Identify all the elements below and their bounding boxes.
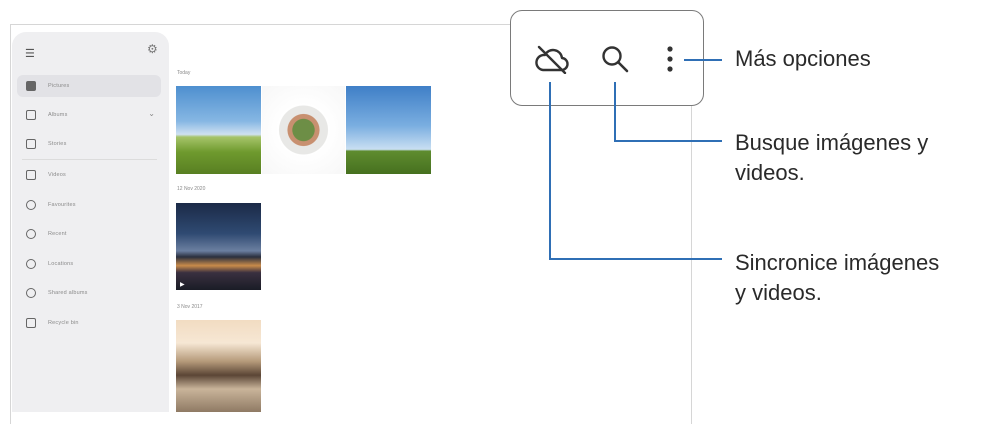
sidebar-item-stories[interactable]: Stories [17, 133, 161, 155]
search-icon[interactable] [600, 44, 630, 74]
people-icon [26, 288, 36, 298]
photo-thumbnail[interactable] [176, 86, 261, 174]
sidebar-item-pictures[interactable]: Pictures [17, 75, 161, 97]
chevron-down-icon[interactable]: ⌄ [148, 109, 155, 118]
sidebar-item-label: Stories [48, 141, 67, 147]
section-date: 12 Nov 2020 [177, 186, 206, 192]
sidebar-item-label: Shared albums [48, 290, 88, 296]
sidebar-item-label: Favourites [48, 202, 76, 208]
photo-thumbnail[interactable] [346, 86, 431, 174]
sidebar-item-videos[interactable]: Videos [17, 164, 161, 186]
section-date: Today [177, 70, 191, 76]
sidebar-item-favourites[interactable]: Favourites [17, 194, 161, 216]
sidebar: ☰ ⚙ Pictures Albums ⌄ Stories Videos Fav… [12, 32, 169, 412]
sidebar-item-label: Pictures [48, 83, 70, 89]
photo-thumbnail[interactable] [262, 86, 345, 174]
search-label-line2: videos. [735, 160, 805, 185]
leader-line [549, 258, 722, 260]
sidebar-item-recycle-bin[interactable]: Recycle bin [17, 312, 161, 334]
sidebar-item-label: Recycle bin [48, 320, 79, 326]
sidebar-item-albums[interactable]: Albums ⌄ [17, 104, 161, 126]
trash-icon [26, 318, 36, 328]
settings-icon[interactable]: ⚙ [147, 42, 158, 56]
play-icon: ▶ [180, 282, 185, 288]
sidebar-item-label: Locations [48, 261, 74, 267]
section-date: 3 Nov 2017 [177, 304, 203, 310]
sync-label-line1: Sincronice imágenes [735, 250, 940, 275]
albums-icon [26, 110, 36, 120]
clock-icon [26, 229, 36, 239]
menu-icon[interactable]: ☰ [25, 47, 35, 60]
leader-line [614, 82, 616, 142]
more-options-icon[interactable] [664, 44, 676, 74]
video-thumbnail[interactable] [176, 203, 261, 290]
location-pin-icon [26, 259, 36, 269]
sidebar-item-locations[interactable]: Locations [17, 253, 161, 275]
leader-line [614, 140, 722, 142]
sidebar-item-recent[interactable]: Recent [17, 223, 161, 245]
sidebar-item-label: Albums [48, 112, 68, 118]
more-options-label: Más opciones [735, 46, 871, 71]
leader-line [684, 59, 722, 61]
pictures-icon [26, 81, 36, 91]
heart-icon [26, 200, 36, 210]
sidebar-divider [22, 159, 157, 160]
leader-line [549, 82, 551, 260]
sidebar-item-label: Recent [48, 231, 67, 237]
photo-thumbnail[interactable] [176, 320, 261, 412]
search-label-line1: Busque imágenes y [735, 130, 929, 155]
stories-icon [26, 139, 36, 149]
sidebar-item-label: Videos [48, 172, 66, 178]
sidebar-item-shared-albums[interactable]: Shared albums [17, 282, 161, 304]
cloud-off-icon[interactable] [533, 44, 571, 74]
sync-label-line2: y videos. [735, 280, 822, 305]
videos-icon [26, 170, 36, 180]
